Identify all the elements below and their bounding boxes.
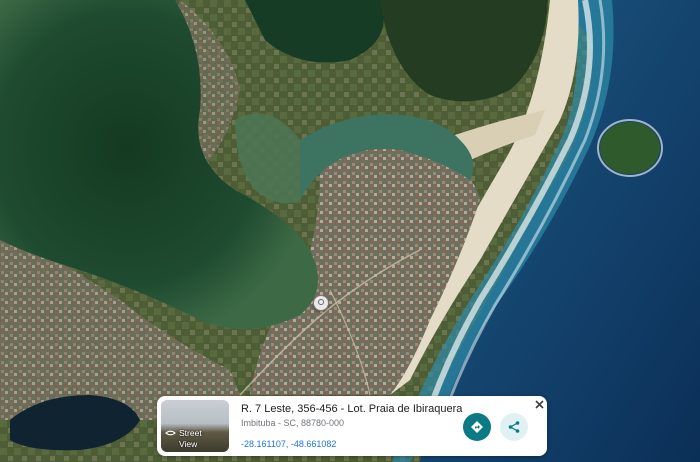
share-button[interactable] xyxy=(500,413,528,441)
street-view-icon xyxy=(165,430,176,436)
street-view-text-2: View xyxy=(179,439,198,449)
close-button[interactable] xyxy=(532,397,546,411)
directions-icon xyxy=(471,421,483,433)
share-icon xyxy=(508,421,520,433)
street-view-text-1: Street xyxy=(179,428,202,438)
street-view-thumbnail[interactable]: Street View xyxy=(161,400,229,452)
satellite-map[interactable] xyxy=(0,0,700,462)
place-title: R. 7 Leste, 356-456 - Lot. Praia de Ibir… xyxy=(241,403,463,415)
close-icon xyxy=(534,399,544,409)
street-view-label[interactable]: Street View xyxy=(165,428,227,450)
directions-button[interactable] xyxy=(463,413,491,441)
place-info-card: Street View R. 7 Leste, 356-456 - Lot. P… xyxy=(157,396,547,456)
location-pin-icon[interactable] xyxy=(313,295,329,311)
place-subtitle: Imbituba - SC, 88780-000 xyxy=(241,418,345,428)
place-coordinates[interactable]: -28.161107, -48.661082 xyxy=(241,439,336,449)
island xyxy=(600,122,660,174)
